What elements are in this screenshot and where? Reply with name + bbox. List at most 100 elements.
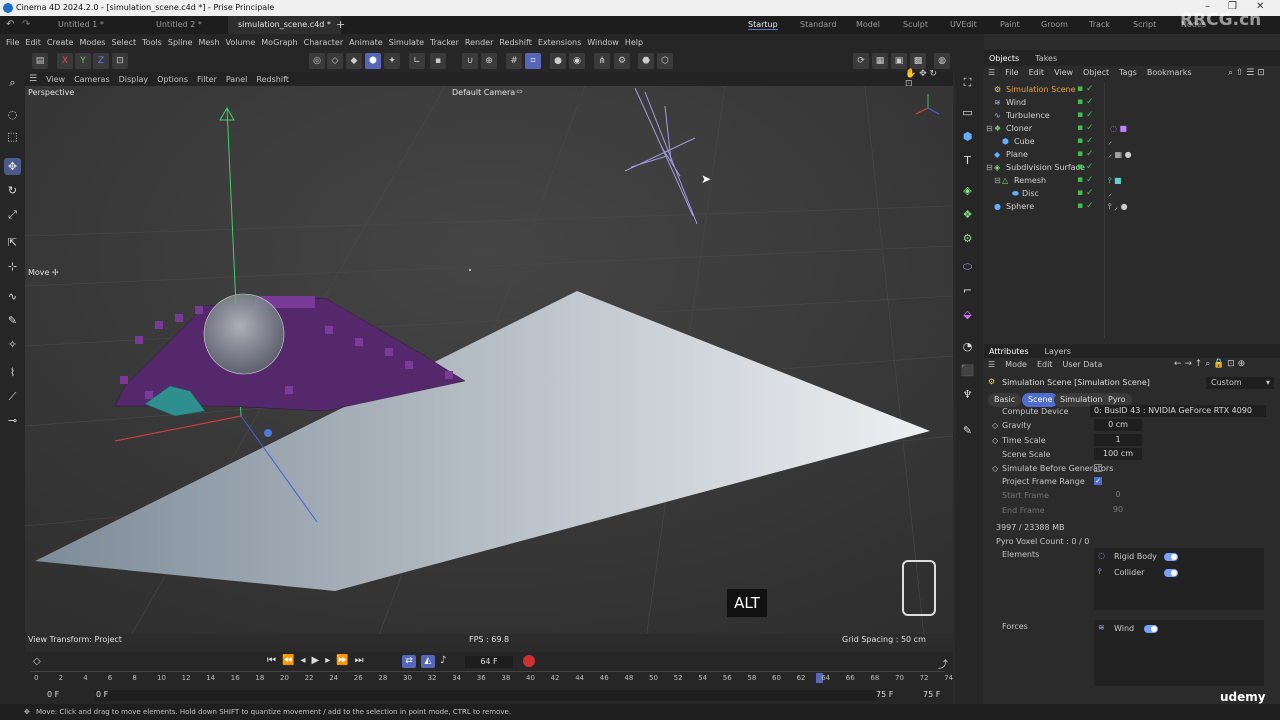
- visibility-check[interactable]: ▪ ✓: [1077, 148, 1094, 161]
- redo-icon[interactable]: ↷: [22, 19, 30, 30]
- keyframe-diamond-icon[interactable]: ◇: [33, 656, 41, 667]
- axis-mode-icon[interactable]: ∟: [409, 53, 425, 69]
- snap-grid-icon[interactable]: #: [506, 53, 522, 69]
- record-icon[interactable]: [523, 655, 535, 667]
- redshift-render-icon[interactable]: ⬡: [657, 53, 673, 69]
- live-selection-icon[interactable]: ◌: [4, 106, 21, 123]
- snap-enabled-icon[interactable]: ⌗: [525, 53, 541, 69]
- menu-simulate[interactable]: Simulate: [389, 38, 424, 47]
- rotate-tool-icon[interactable]: ↻: [4, 182, 21, 199]
- doc-tab-untitled-1[interactable]: Untitled 1 *: [48, 16, 114, 34]
- camera-icon[interactable]: ◔: [959, 338, 976, 355]
- menu-mograph[interactable]: MoGraph: [261, 38, 297, 47]
- tab-attributes[interactable]: Attributes: [989, 347, 1029, 356]
- undo-toolbar-icon[interactable]: ▤: [32, 53, 48, 69]
- render-icon[interactable]: ◉: [569, 53, 585, 69]
- rigid-body-toggle[interactable]: [1164, 553, 1178, 561]
- edit-render-settings-icon[interactable]: ▩: [910, 53, 926, 69]
- gravity-field[interactable]: 0 cm: [1094, 419, 1142, 431]
- keyframe-icon[interactable]: ◇: [992, 462, 998, 475]
- objects-menu-view[interactable]: View: [1054, 68, 1073, 77]
- menu-edit[interactable]: Edit: [25, 38, 41, 47]
- render-region-icon[interactable]: ▦: [872, 53, 888, 69]
- list-item[interactable]: ⊟ ◈ Subdivision Surface ▪ ✓: [984, 161, 1280, 174]
- attributes-menu-edit[interactable]: Edit: [1037, 360, 1053, 369]
- knife-icon[interactable]: ⟋: [4, 388, 21, 405]
- text-spline-icon[interactable]: T: [959, 152, 976, 169]
- layout-groom[interactable]: Groom: [1041, 20, 1068, 29]
- camera-link-icon[interactable]: ⇔: [516, 87, 523, 96]
- collider-tag-icon[interactable]: ⫯ ■: [1108, 174, 1122, 187]
- doc-tab-simulation-scene[interactable]: simulation_scene.c4d *: [228, 16, 341, 34]
- list-item[interactable]: ⊟ △ Remesh ▪ ✓ ⫯ ■: [984, 174, 1280, 187]
- coordinate-system-icon[interactable]: ⊡: [112, 53, 128, 69]
- visibility-check[interactable]: ▪ ✓: [1077, 174, 1094, 187]
- new-tab-plus-icon[interactable]: +: [336, 18, 345, 31]
- viewport-menu-view[interactable]: View: [46, 75, 65, 84]
- list-item[interactable]: ⊟ ❖ Cloner ▪ ✓ ◌ ■: [984, 122, 1280, 135]
- tab-layers[interactable]: Layers: [1045, 347, 1071, 356]
- layout-standard[interactable]: Standard: [800, 20, 836, 29]
- collapse-icon[interactable]: ⊟: [994, 174, 1001, 187]
- next-frame-icon[interactable]: ▸: [325, 655, 330, 666]
- collapse-icon[interactable]: ⊟: [986, 161, 993, 174]
- menu-window[interactable]: Window: [587, 38, 619, 47]
- menu-redshift[interactable]: Redshift: [499, 38, 531, 47]
- play-icon[interactable]: ▶: [311, 655, 319, 666]
- list-item[interactable]: ∿ Turbulence ▪ ✓: [984, 109, 1280, 122]
- asset-browser-icon[interactable]: ◍: [934, 53, 950, 69]
- viewport-menu-filter[interactable]: Filter: [197, 75, 217, 84]
- keyframe-icon[interactable]: ◇: [992, 419, 998, 432]
- viewport-menu-display[interactable]: Display: [119, 75, 149, 84]
- undo-icon[interactable]: ↶: [6, 19, 14, 30]
- mograph-icon[interactable]: ⋔: [594, 53, 610, 69]
- viewport-menu-redshift[interactable]: Redshift: [256, 75, 288, 84]
- menu-tools[interactable]: Tools: [142, 38, 162, 47]
- plane-tags-icon[interactable]: ⸝ ▦ ●: [1108, 148, 1132, 161]
- light-icon[interactable]: ♆: [959, 386, 976, 403]
- range-min-field[interactable]: 0 F: [96, 690, 108, 699]
- visibility-check[interactable]: ▪ ✓: [1077, 96, 1094, 109]
- spline-rect-icon[interactable]: ▭: [959, 104, 976, 121]
- field-icon[interactable]: ⚙: [959, 230, 976, 247]
- objects-menu-file[interactable]: File: [1005, 68, 1018, 77]
- tab-objects[interactable]: Objects: [989, 54, 1019, 63]
- layout-script[interactable]: Script: [1133, 20, 1156, 29]
- loop-toggle-icon[interactable]: ⇄: [402, 655, 416, 668]
- visibility-check[interactable]: ▪ ✓: [1077, 200, 1094, 213]
- picture-viewer-icon[interactable]: ⟳: [853, 53, 869, 69]
- list-item[interactable]: ⚙ Simulation Scene ▪ ✓: [984, 83, 1280, 96]
- layout-track[interactable]: Track: [1089, 20, 1110, 29]
- objects-hamburger-icon[interactable]: ☰: [988, 68, 995, 77]
- layout-model[interactable]: Model: [856, 20, 880, 29]
- pen-edit-icon[interactable]: ✎: [959, 422, 976, 439]
- menu-render[interactable]: Render: [465, 38, 493, 47]
- rigid-body-tag-icon[interactable]: ◌ ■: [1110, 122, 1127, 135]
- compute-device-dropdown[interactable]: 0: BusID 43 : NVIDIA GeForce RTX 4090: [1090, 405, 1266, 417]
- objects-menu-bookmarks[interactable]: Bookmarks: [1147, 68, 1192, 77]
- pen-tool-icon[interactable]: ✎: [4, 312, 21, 329]
- collider-toggle[interactable]: [1164, 569, 1178, 577]
- scene-scale-field[interactable]: 100 cm: [1094, 448, 1142, 460]
- objects-search-icon[interactable]: ⌕ ⇧ ☰ ⊡: [1228, 68, 1265, 78]
- preset-dropdown[interactable]: Custom ▾: [1206, 377, 1274, 389]
- range-max-field[interactable]: 75 F: [876, 690, 893, 699]
- objects-menu-edit[interactable]: Edit: [1029, 68, 1045, 77]
- range-start-field[interactable]: 0 F: [47, 690, 59, 699]
- viewport-name[interactable]: Perspective: [28, 88, 74, 97]
- settings-gear-icon[interactable]: ⚙: [614, 53, 630, 69]
- redshift-icon[interactable]: ⬣: [638, 53, 654, 69]
- forces-list[interactable]: ≋ Wind: [1094, 620, 1264, 686]
- menu-help[interactable]: Help: [625, 38, 643, 47]
- cube-primitive-icon[interactable]: ⬢: [959, 128, 976, 145]
- collapse-icon[interactable]: ⊟: [986, 122, 993, 135]
- menu-mesh[interactable]: Mesh: [198, 38, 219, 47]
- visibility-check[interactable]: ▪ ✓: [1077, 83, 1094, 96]
- keyframe-icon[interactable]: ◇: [992, 434, 998, 447]
- texture-mode-icon[interactable]: ✦: [384, 53, 400, 69]
- prev-frame-icon[interactable]: ◂: [300, 655, 305, 666]
- selection-filter-icon[interactable]: ⬚: [4, 128, 21, 145]
- menu-tracker[interactable]: Tracker: [430, 38, 459, 47]
- polygons-mode-icon[interactable]: ◆: [346, 53, 362, 69]
- range-slider[interactable]: [94, 690, 877, 701]
